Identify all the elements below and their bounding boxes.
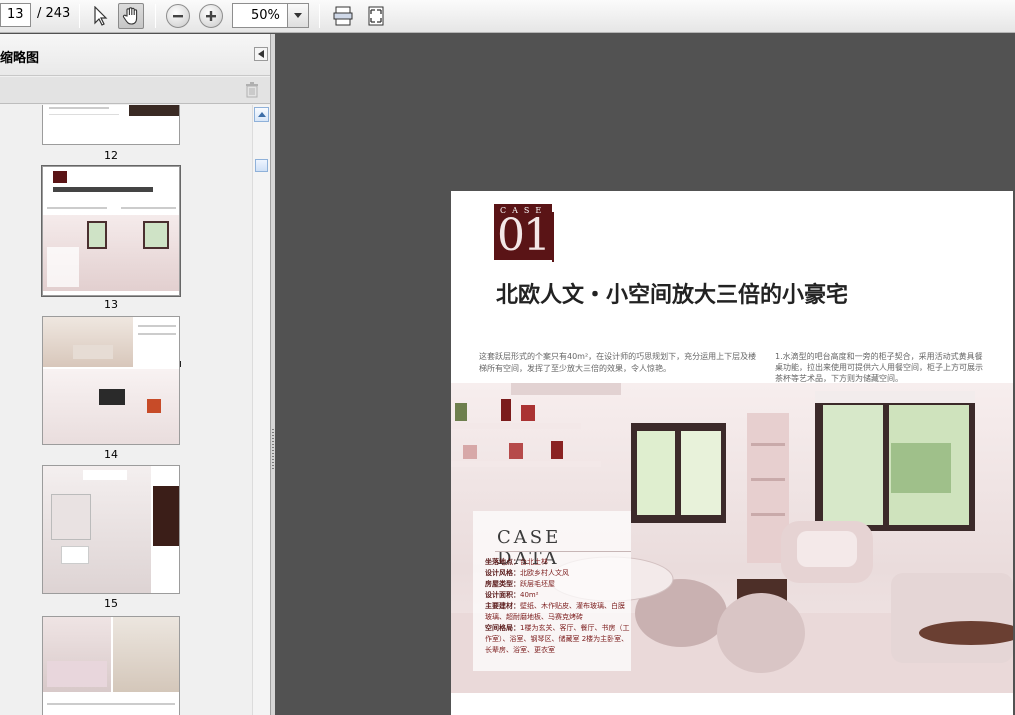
thumbnail-page[interactable] [42,105,180,145]
plus-icon [206,11,216,21]
zoom-level-input[interactable]: 50% [232,3,288,28]
thumbnail-label: 14 [104,448,118,461]
thumbnail-list: 12 13 14 15 [0,105,252,715]
cursor-arrow-icon [94,6,108,26]
case-data-divider [495,551,631,552]
scroll-up-button[interactable] [254,107,269,122]
interior-photo: CASE DATA 坐落地点：台北土林 设计风格：北欧乡村人文风 房屋类型：跃层… [451,383,1013,693]
fit-width-button[interactable] [330,3,356,29]
case-data-box: CASE DATA 坐落地点：台北土林 设计风格：北欧乡村人文风 房屋类型：跃层… [473,511,631,671]
page-number-input[interactable]: 13 [0,3,31,27]
minus-icon [173,15,183,18]
case-data-row: 空间格局：1楼为玄关、客厅、餐厅、书房（工作室）、浴室、钢琴区、储藏室 2楼为主… [485,624,630,654]
fit-page-icon [368,6,384,26]
chevron-left-icon [258,50,264,58]
trash-icon [246,82,258,98]
delete-page-button[interactable] [245,82,259,101]
case-number: 01 [497,210,551,261]
hand-icon [122,7,138,25]
thumbnail-label: 12 [104,149,118,162]
case-data-row: 设计面积：40m² [485,591,539,599]
chevron-up-icon [257,112,266,117]
thumbnail-page[interactable] [42,166,180,296]
logo-accent-bar [552,212,554,262]
toolbar-separator [79,4,80,28]
thumbnail-page[interactable] [42,465,180,594]
case-data-row: 房屋类型：跃层毛坯屋 [485,580,555,588]
panel-title: 缩略图 [0,51,40,66]
panel-splitter[interactable] [271,34,275,715]
case-data-row: 坐落地点：台北土林 [485,558,548,566]
toolbar: 13 / 243 50% [0,0,1015,33]
document-page: CASE 01 北欧人文・小空间放大三倍的小豪宅 这套跃层形式的个案只有40m²… [451,191,1013,715]
thumbnail-page[interactable] [42,616,180,715]
case-data-row: 主要建材：壁纸、木作贴皮、灌布玻璃、白膜玻璃、超耐磨地板、马赛克烤砖 [485,602,625,621]
case-data-rows: 坐落地点：台北土林 设计风格：北欧乡村人文风 房屋类型：跃层毛坯屋 设计面积：4… [485,557,630,656]
photo-caption: 1.水滴型的吧台高度和一旁的柜子契合，采用活动式黄具餐桌功能，拉出来使用可提供六… [775,352,983,383]
hand-tool-button[interactable] [118,3,144,29]
chevron-down-icon [294,13,302,18]
article-title: 北欧人文・小空间放大三倍的小豪宅 [496,283,849,308]
select-tool-button[interactable] [87,3,113,29]
collapse-panel-button[interactable] [254,47,268,61]
splitter-grip[interactable] [272,429,274,469]
page-total: / 243 [37,6,71,21]
page-bottom-margin [451,693,1013,715]
thumbnail-label: 13 [104,298,118,311]
scrollbar-thumb[interactable] [255,159,268,172]
thumbnail-page[interactable] [42,316,180,445]
toolbar-separator [319,4,320,28]
panel-tools [0,77,270,104]
panel-header: 缩略图 [0,34,270,76]
thumbnail-label: 15 [104,597,118,610]
thumbnails-panel: 缩略图 12 13 14 15 [0,34,271,715]
zoom-dropdown-button[interactable] [288,3,309,28]
fit-page-button[interactable] [363,3,389,29]
zoom-out-button[interactable] [166,4,190,28]
zoom-in-button[interactable] [199,4,223,28]
article-intro: 这套跃层形式的个案只有40m²，在设计师的巧思规划下，充分运用上下层及楼梯所有空… [479,352,757,373]
case-number-logo: CASE 01 [494,204,552,260]
fit-width-icon [333,6,353,26]
toolbar-separator [155,4,156,28]
thumbnail-scrollbar[interactable] [252,105,270,715]
case-data-row: 设计风格：北欧乡村人文风 [485,569,569,577]
